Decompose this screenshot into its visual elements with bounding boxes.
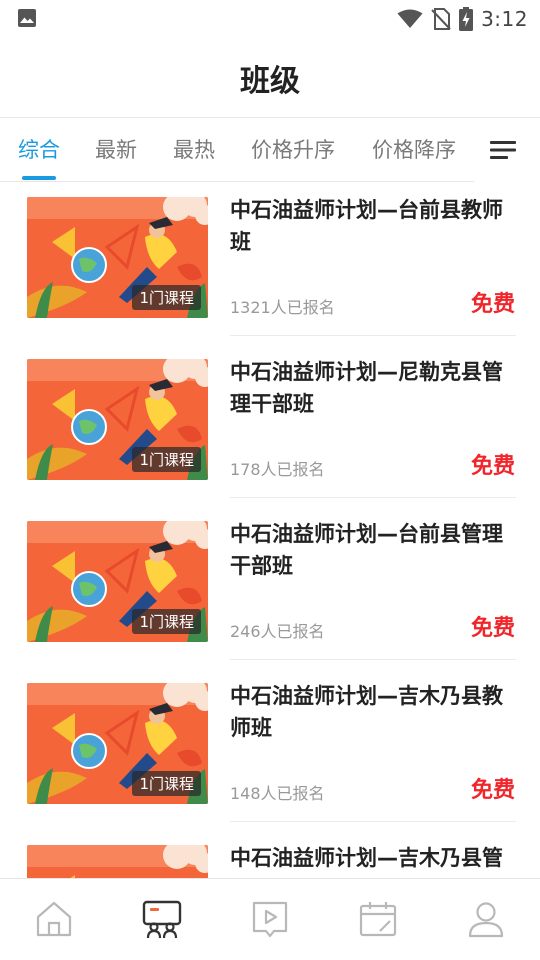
nav-class[interactable] (142, 899, 182, 939)
page-title: 班级 (240, 64, 300, 99)
price-label: 免费 (470, 778, 515, 803)
nav-home[interactable] (34, 899, 74, 939)
divider (230, 497, 516, 498)
course-count-badge: 1门课程 (132, 771, 201, 796)
course-title: 中石油益师计划—尼勒克县管理干部班 (230, 360, 503, 416)
course-thumbnail: 1门课程 (27, 683, 208, 804)
course-title: 中石油益师计划—吉木乃县教师班 (230, 684, 503, 740)
nav-video[interactable] (250, 899, 290, 939)
course-item[interactable]: 1门课程 中石油益师计划—台前县教师班 1321人已报名 免费 (0, 182, 540, 344)
calendar-icon (359, 902, 397, 937)
active-tab-indicator (22, 176, 56, 180)
nav-calendar[interactable] (358, 899, 398, 939)
course-thumbnail (27, 845, 208, 878)
enrolled-count: 1321人已报名 (230, 298, 335, 317)
course-list: 1门课程 中石油益师计划—台前县教师班 1321人已报名 免费 1门课程 中石油… (0, 182, 540, 878)
course-item[interactable]: 1门课程 中石油益师计划—吉木乃县教师班 148人已报名 免费 (0, 668, 540, 830)
course-title: 中石油益师计划—吉木乃县管 (230, 846, 503, 870)
price-label: 免费 (470, 454, 515, 479)
course-thumbnail: 1门课程 (27, 197, 208, 318)
enrolled-count: 148人已报名 (230, 784, 325, 803)
video-icon (252, 901, 288, 938)
course-thumbnail: 1门课程 (27, 521, 208, 642)
tab-hottest[interactable]: 最热 (173, 134, 215, 164)
divider (230, 821, 516, 822)
nav-profile[interactable] (466, 899, 506, 939)
course-title: 中石油益师计划—台前县管理干部班 (230, 522, 503, 578)
page-header: 班级 (0, 38, 540, 118)
tab-price-descending[interactable]: 价格降序 (372, 134, 456, 164)
tab-price-ascending[interactable]: 价格升序 (251, 134, 335, 164)
price-label: 免费 (470, 616, 515, 641)
profile-icon (468, 902, 504, 938)
tab-latest[interactable]: 最新 (95, 134, 137, 164)
wifi-icon (397, 9, 423, 28)
no-sim-icon (431, 8, 451, 30)
image-icon (18, 9, 36, 27)
status-time: 3:12 (481, 7, 528, 31)
course-count-badge: 1门课程 (132, 447, 201, 472)
divider (230, 335, 516, 336)
tab-comprehensive[interactable]: 综合 (18, 134, 60, 164)
course-item[interactable]: 中石油益师计划—吉木乃县管 (0, 830, 540, 878)
course-item[interactable]: 1门课程 中石油益师计划—尼勒克县管理干部班 178人已报名 免费 (0, 344, 540, 506)
status-bar: 3:12 (0, 0, 540, 38)
enrolled-count: 178人已报名 (230, 460, 325, 479)
class-icon (142, 900, 182, 939)
home-icon (36, 901, 72, 937)
bottom-nav (0, 878, 540, 960)
course-count-badge: 1门课程 (132, 609, 201, 634)
course-title: 中石油益师计划—台前县教师班 (230, 198, 503, 254)
course-item[interactable]: 1门课程 中石油益师计划—台前县管理干部班 246人已报名 免费 (0, 506, 540, 668)
enrolled-count: 246人已报名 (230, 622, 325, 641)
course-thumbnail: 1门课程 (27, 359, 208, 480)
course-count-badge: 1门课程 (132, 285, 201, 310)
tab-bar: 综合 最新 最热 价格升序 价格降序 (0, 118, 540, 182)
menu-icon[interactable] (490, 140, 516, 160)
divider (230, 659, 516, 660)
price-label: 免费 (470, 292, 515, 317)
battery-charging-icon (459, 7, 474, 31)
